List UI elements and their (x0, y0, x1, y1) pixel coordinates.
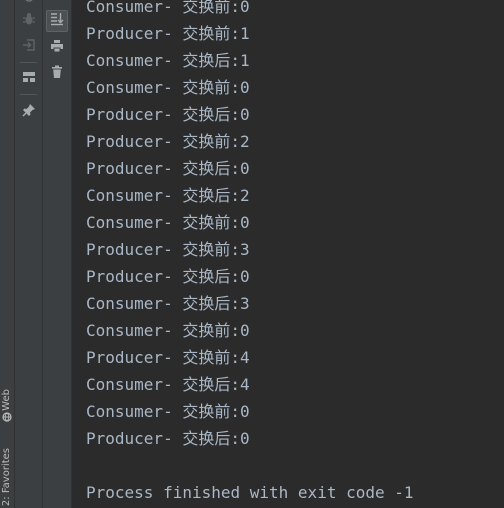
process-exit-message: Process finished with exit code -1 (86, 483, 414, 502)
console-line: Producer- 交换前:2 (86, 132, 250, 151)
debug-button[interactable] (18, 10, 40, 32)
favorites-tab-label: 2: Favorites (1, 447, 12, 506)
pin-icon (22, 103, 36, 122)
debug-bug-icon (22, 12, 36, 31)
toolbar-divider (20, 62, 37, 63)
layout-button[interactable] (18, 68, 40, 90)
console-line: Consumer- 交换前:0 (86, 0, 250, 16)
scroll-to-end-button[interactable] (46, 10, 68, 32)
web-tab-label: Web (1, 389, 12, 411)
print-button[interactable] (46, 37, 68, 59)
console-line: Producer- 交换后:0 (86, 267, 250, 286)
console-line: Producer- 交换后:0 (86, 429, 250, 448)
soft-wrap-button[interactable] (46, 0, 68, 9)
run-tool-window: Web 2: Favorites Consumer- 交换前:0 Produce… (0, 0, 504, 508)
toolbar-divider (20, 94, 37, 95)
scroll-to-end-icon (50, 12, 64, 31)
soft-wrap-icon (50, 0, 64, 8)
console-line: Consumer- 交换后:3 (86, 294, 250, 313)
left-side-strip: Web 2: Favorites (0, 0, 15, 508)
globe-icon (1, 411, 13, 423)
console-line: Producer- 交换后:0 (86, 105, 250, 124)
console-line: Producer- 交换前:3 (86, 240, 250, 259)
console-line: Producer- 交换后:0 (86, 159, 250, 178)
layout-icon (22, 70, 36, 89)
rerun-button[interactable] (18, 0, 40, 10)
web-side-tab[interactable]: Web (0, 380, 15, 426)
run-toolbar-secondary (43, 0, 72, 508)
run-toolbar-primary (15, 0, 43, 508)
exit-button[interactable] (18, 36, 40, 58)
trash-clear-icon (50, 65, 64, 84)
console-line: Consumer- 交换后:1 (86, 51, 250, 70)
console-lines: Consumer- 交换前:0 Producer- 交换前:1 Consumer- … (86, 0, 250, 452)
favorites-side-tab[interactable]: 2: Favorites (0, 440, 15, 506)
print-icon (50, 39, 64, 58)
exit-login-icon (22, 38, 36, 57)
console-line: Consumer- 交换前:0 (86, 321, 250, 340)
console-line: Producer- 交换前:4 (86, 348, 250, 367)
console-line: Consumer- 交换前:0 (86, 78, 250, 97)
console-line: Consumer- 交换前:0 (86, 402, 250, 421)
rerun-icon (22, 0, 36, 9)
pin-button[interactable] (18, 101, 40, 123)
console-line: Consumer- 交换前:0 (86, 213, 250, 232)
console-line: Producer- 交换前:1 (86, 24, 250, 43)
console-line: Consumer- 交换后:4 (86, 375, 250, 394)
console-line: Consumer- 交换后:2 (86, 186, 250, 205)
clear-all-button[interactable] (46, 63, 68, 85)
console-output[interactable]: Consumer- 交换前:0 Producer- 交换前:1 Consumer- … (72, 0, 504, 508)
